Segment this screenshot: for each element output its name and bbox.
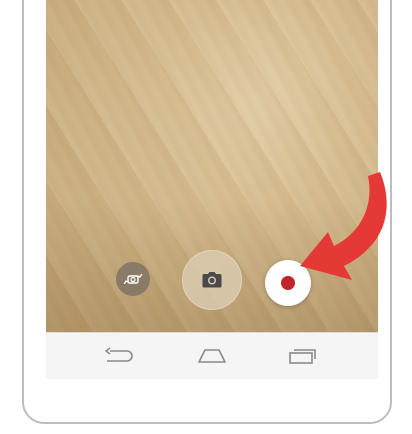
take-photo-button[interactable] [182, 250, 242, 310]
switch-camera-button[interactable] [116, 262, 150, 296]
home-button[interactable] [192, 341, 232, 371]
back-arrow-icon [105, 347, 133, 362]
home-icon [198, 349, 226, 363]
camera-viewfinder[interactable] [46, 0, 378, 332]
camera-icon [202, 272, 222, 288]
recent-apps-icon [289, 349, 316, 364]
back-button[interactable] [98, 341, 138, 371]
record-dot-icon [281, 276, 295, 290]
camera-switch-icon [123, 273, 143, 285]
record-video-button[interactable] [265, 260, 311, 306]
recent-apps-button[interactable] [282, 341, 322, 371]
navigation-bar [46, 332, 378, 379]
